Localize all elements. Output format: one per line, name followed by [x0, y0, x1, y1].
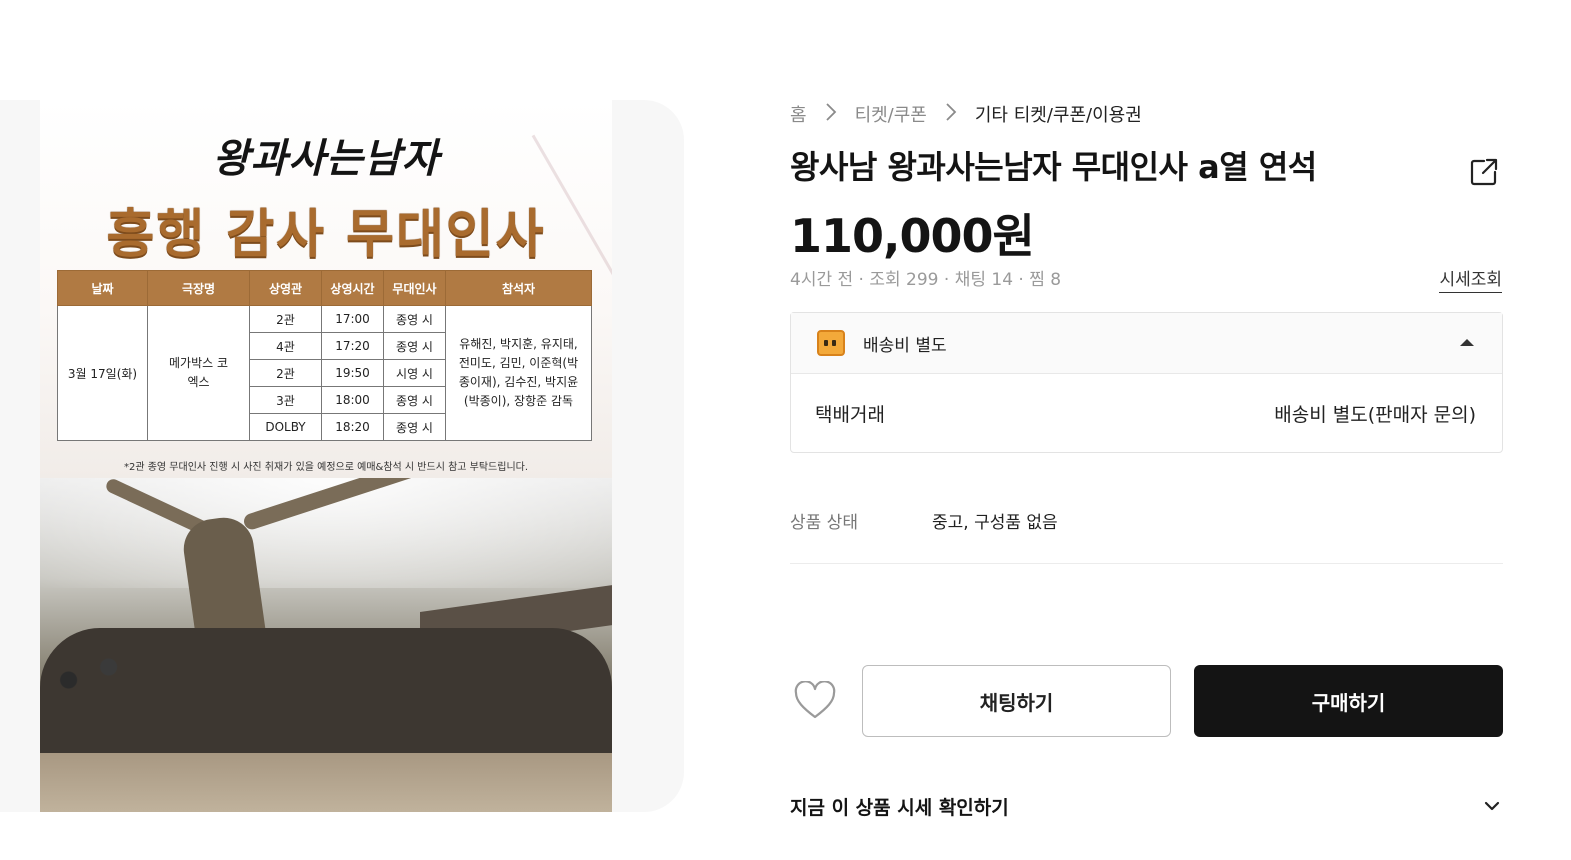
poster-attendees: 유해진, 박지훈, 유지태, 전미도, 김민, 이준혁(박종이재), 김수진, … — [445, 305, 592, 441]
shipping-row: 택배거래 배송비 별도(판매자 문의) — [791, 374, 1502, 452]
poster-th-date: 날짜 — [57, 270, 148, 306]
poster-headline: 흥행 감사 무대인사 — [106, 205, 546, 265]
poster-time: 19:50 — [321, 359, 384, 387]
poster-greeting: 시영 시 — [383, 359, 446, 387]
poster-hall: 2관 — [249, 359, 322, 387]
shipping-title: 배송비 별도 — [863, 335, 947, 356]
photo-crowd — [40, 628, 612, 758]
photo-ground — [40, 753, 612, 812]
poster-th-time: 상영시간 — [321, 270, 384, 306]
box-icon — [817, 330, 845, 356]
poster-time: 17:00 — [321, 305, 384, 333]
product-image-gallery[interactable]: 왕과사는남자 흥행 감사 무대인사 날짜 극장명 상영관 상영시간 무대인사 참… — [0, 100, 684, 812]
share-icon[interactable] — [1468, 156, 1500, 188]
poster-hall: 4관 — [249, 332, 322, 360]
poster-time: 18:20 — [321, 413, 384, 441]
poster-greeting: 종영 시 — [383, 332, 446, 360]
chevron-up-icon[interactable] — [1460, 339, 1474, 346]
heart-icon[interactable] — [793, 680, 837, 721]
poster-th-attendees: 참석자 — [445, 270, 592, 306]
poster-theater: 메가박스 코엑스 — [147, 305, 250, 441]
product-meta: 4시간 전 · 조회 299 · 채팅 14 · 찜 8 — [790, 270, 1062, 290]
market-price-accordion[interactable]: 지금 이 상품 시세 확인하기 — [790, 790, 1503, 822]
shipping-fee: 배송비 별도(판매자 문의) — [1274, 403, 1476, 426]
poster-greeting: 종영 시 — [383, 413, 446, 441]
breadcrumb-current[interactable]: 기타 티켓/쿠폰/이용권 — [975, 101, 1142, 127]
poster-note: *2관 종영 무대인사 진행 시 사진 취재가 있을 예정으로 예매&참석 시 … — [123, 462, 529, 473]
product-condition: 상품 상태 중고, 구성품 없음 — [790, 508, 1503, 564]
poster-table-header-row: 날짜 극장명 상영관 상영시간 무대인사 참석자 — [57, 270, 592, 306]
poster-hall: DOLBY — [249, 413, 322, 441]
market-price-link[interactable]: 시세조회 — [1439, 265, 1502, 293]
poster-greeting: 종영 시 — [383, 386, 446, 414]
buy-button[interactable]: 구매하기 — [1194, 665, 1503, 737]
product-price: 110,000원 — [790, 209, 1035, 263]
shipping-panel-header[interactable]: 배송비 별도 — [791, 313, 1502, 374]
product-image[interactable]: 왕과사는남자 흥행 감사 무대인사 날짜 극장명 상영관 상영시간 무대인사 참… — [40, 100, 612, 812]
poster-time: 18:00 — [321, 386, 384, 414]
shipping-panel: 배송비 별도 택배거래 배송비 별도(판매자 문의) — [790, 312, 1503, 453]
chevron-right-icon — [825, 102, 837, 127]
poster-table-row: 3월 17일(화) 메가박스 코엑스 2관 17:00 종영 시 유해진, 박지… — [57, 305, 592, 441]
accordion-label: 지금 이 상품 시세 확인하기 — [790, 796, 1009, 819]
chevron-down-icon[interactable] — [1481, 795, 1503, 817]
chevron-right-icon — [945, 102, 957, 127]
breadcrumb-category[interactable]: 티켓/쿠폰 — [855, 101, 927, 127]
poster-schedule-table: 날짜 극장명 상영관 상영시간 무대인사 참석자 3월 17일(화) 메가박스 … — [57, 270, 592, 441]
poster-hall: 2관 — [249, 305, 322, 333]
poster-logo: 왕과사는남자 — [212, 135, 440, 182]
poster-th-hall: 상영관 — [249, 270, 322, 306]
breadcrumb: 홈 티켓/쿠폰 기타 티켓/쿠폰/이용권 — [790, 101, 1142, 127]
chat-button[interactable]: 채팅하기 — [862, 665, 1171, 737]
poster-time: 17:20 — [321, 332, 384, 360]
poster-hall: 3관 — [249, 386, 322, 414]
shipping-method: 택배거래 — [815, 403, 885, 426]
poster-group-photo — [40, 478, 612, 812]
poster-greeting: 종영 시 — [383, 305, 446, 333]
poster-date: 3월 17일(화) — [57, 305, 148, 441]
poster-th-theater: 극장명 — [147, 270, 250, 306]
condition-value: 중고, 구성품 없음 — [932, 513, 1058, 533]
condition-label: 상품 상태 — [790, 513, 858, 533]
breadcrumb-home[interactable]: 홈 — [790, 101, 807, 127]
poster-th-greeting: 무대인사 — [383, 270, 446, 306]
product-title: 왕사남 왕과사는남자 무대인사 a열 연석 — [790, 148, 1317, 186]
